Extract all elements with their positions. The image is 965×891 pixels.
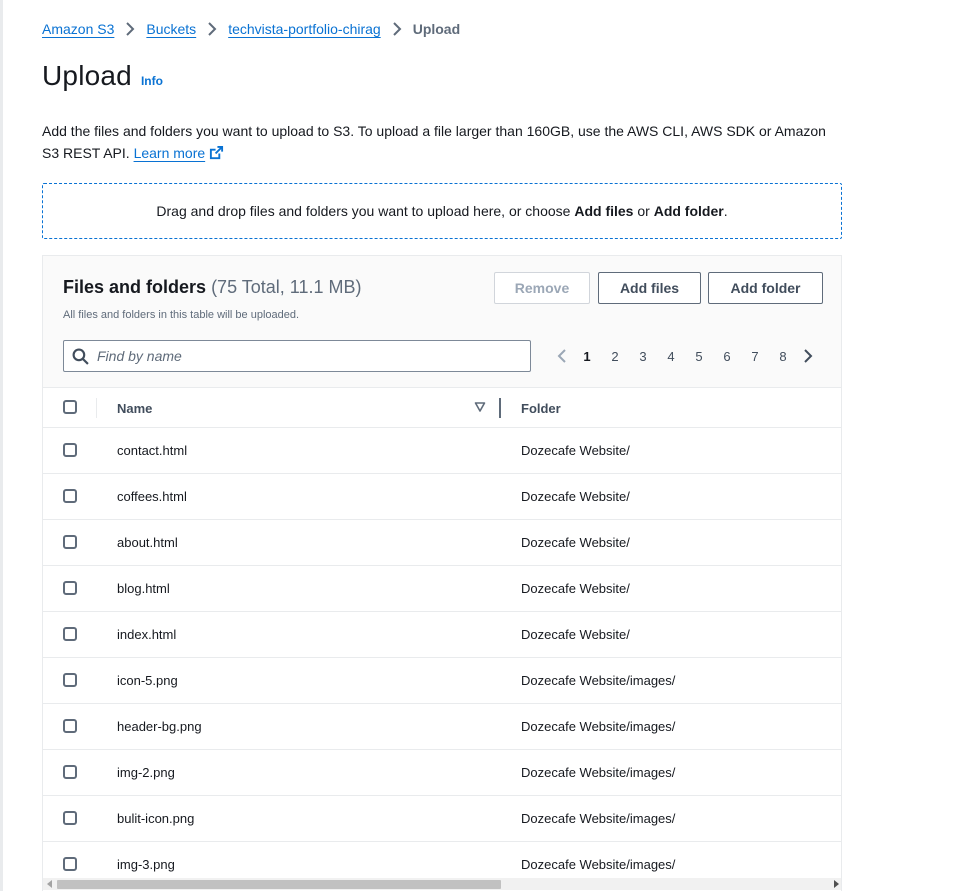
page-2[interactable]: 2 xyxy=(601,349,629,364)
previous-page-button[interactable] xyxy=(551,348,573,364)
column-header-name[interactable]: Name xyxy=(117,401,152,416)
files-and-folders-panel: Files and folders (75 Total, 11.1 MB) Al… xyxy=(42,255,842,891)
scroll-right-icon[interactable] xyxy=(832,880,840,888)
file-name: icon-5.png xyxy=(117,673,178,688)
column-resize-handle[interactable] xyxy=(499,398,501,418)
chevron-right-icon xyxy=(381,22,413,36)
add-folder-button[interactable]: Add folder xyxy=(708,272,823,304)
add-files-button[interactable]: Add files xyxy=(598,272,701,304)
external-link-icon xyxy=(210,145,224,160)
file-folder: Dozecafe Website/ xyxy=(521,535,630,550)
search-icon xyxy=(72,348,89,365)
file-name: bulit-icon.png xyxy=(117,811,195,826)
dropzone-end: . xyxy=(723,203,728,219)
table-row: header-bg.png Dozecafe Website/images/ xyxy=(43,704,841,750)
page-8[interactable]: 8 xyxy=(769,349,797,364)
chevron-right-icon xyxy=(196,22,228,36)
file-folder: Dozecafe Website/ xyxy=(521,627,630,642)
table-row: bulit-icon.png Dozecafe Website/images/ xyxy=(43,796,841,842)
page-5[interactable]: 5 xyxy=(685,349,713,364)
file-folder: Dozecafe Website/images/ xyxy=(521,857,676,872)
dropzone-add-folder: Add folder xyxy=(653,203,724,219)
row-checkbox[interactable] xyxy=(63,489,77,503)
row-checkbox[interactable] xyxy=(63,535,77,549)
caret-down-icon[interactable] xyxy=(474,401,486,413)
search-input[interactable] xyxy=(97,348,517,364)
scrollbar-thumb[interactable] xyxy=(57,880,501,889)
breadcrumb-bucket-name[interactable]: techvista-portfolio-chirag xyxy=(228,21,381,37)
table-row: about.html Dozecafe Website/ xyxy=(43,520,841,566)
panel-total-count: (75 Total, 11.1 MB) xyxy=(211,277,362,297)
table-row: index.html Dozecafe Website/ xyxy=(43,612,841,658)
next-page-button[interactable] xyxy=(797,348,819,364)
chevron-right-icon xyxy=(804,349,813,363)
dropzone-text: Drag and drop files and folders you want… xyxy=(156,203,575,219)
row-checkbox[interactable] xyxy=(63,765,77,779)
row-checkbox[interactable] xyxy=(63,811,77,825)
breadcrumb-current: Upload xyxy=(412,21,461,37)
file-folder: Dozecafe Website/images/ xyxy=(521,811,676,826)
panel-subtitle: All files and folders in this table will… xyxy=(63,309,300,321)
row-checkbox[interactable] xyxy=(63,627,77,641)
column-header-folder[interactable]: Folder xyxy=(521,401,561,416)
panel-title-text: Files and folders xyxy=(63,277,207,297)
file-name: coffees.html xyxy=(117,489,187,504)
panel-header: Files and folders (75 Total, 11.1 MB) Al… xyxy=(43,256,841,388)
file-name: blog.html xyxy=(117,581,170,596)
table-row: img-2.png Dozecafe Website/images/ xyxy=(43,750,841,796)
search-box xyxy=(63,340,531,372)
panel-title: Files and folders (75 Total, 11.1 MB) xyxy=(63,277,361,298)
learn-more-link[interactable]: Learn more xyxy=(134,145,225,161)
page-3[interactable]: 3 xyxy=(629,349,657,364)
table-row: icon-5.png Dozecafe Website/images/ xyxy=(43,658,841,704)
remove-button[interactable]: Remove xyxy=(494,272,590,304)
file-folder: Dozecafe Website/images/ xyxy=(521,765,676,780)
page-6[interactable]: 6 xyxy=(713,349,741,364)
page-title: Upload xyxy=(42,60,132,91)
chevron-left-icon xyxy=(557,349,566,363)
horizontal-scrollbar[interactable] xyxy=(43,878,841,890)
page-4[interactable]: 4 xyxy=(657,349,685,364)
table-row: coffees.html Dozecafe Website/ xyxy=(43,474,841,520)
file-name: contact.html xyxy=(117,443,188,458)
table-body: contact.html Dozecafe Website/ coffees.h… xyxy=(43,428,841,888)
file-name: about.html xyxy=(117,535,178,550)
column-divider xyxy=(96,398,97,418)
table-header: Name Folder xyxy=(43,388,841,428)
info-link[interactable]: Info xyxy=(141,74,163,88)
left-divider xyxy=(0,0,3,891)
pagination: 1 2 3 4 5 6 7 8 xyxy=(551,344,819,368)
file-folder: Dozecafe Website/ xyxy=(521,489,630,504)
file-name: index.html xyxy=(117,627,177,642)
file-name: header-bg.png xyxy=(117,719,202,734)
row-checkbox[interactable] xyxy=(63,443,77,457)
page-1[interactable]: 1 xyxy=(573,349,601,364)
file-name: img-3.png xyxy=(117,857,175,872)
scroll-left-icon[interactable] xyxy=(46,880,54,888)
dropzone-add-files: Add files xyxy=(574,203,634,219)
breadcrumb: Amazon S3 Buckets techvista-portfolio-ch… xyxy=(42,19,460,39)
chevron-right-icon xyxy=(114,22,146,36)
select-all-checkbox[interactable] xyxy=(63,400,77,414)
row-checkbox[interactable] xyxy=(63,581,77,595)
file-folder: Dozecafe Website/ xyxy=(521,581,630,596)
breadcrumb-buckets[interactable]: Buckets xyxy=(146,21,196,37)
table-row: contact.html Dozecafe Website/ xyxy=(43,428,841,474)
page-description: Add the files and folders you want to up… xyxy=(42,120,842,164)
breadcrumb-amazon-s3[interactable]: Amazon S3 xyxy=(42,21,114,37)
learn-more-label: Learn more xyxy=(133,145,206,161)
title-row: Upload Info xyxy=(42,60,163,92)
page-7[interactable]: 7 xyxy=(741,349,769,364)
row-checkbox[interactable] xyxy=(63,719,77,733)
table-row: blog.html Dozecafe Website/ xyxy=(43,566,841,612)
file-folder: Dozecafe Website/images/ xyxy=(521,673,676,688)
row-checkbox[interactable] xyxy=(63,857,77,871)
file-folder: Dozecafe Website/images/ xyxy=(521,719,676,734)
dropzone-or: or xyxy=(633,203,654,219)
file-folder: Dozecafe Website/ xyxy=(521,443,630,458)
row-checkbox[interactable] xyxy=(63,673,77,687)
upload-dropzone[interactable]: Drag and drop files and folders you want… xyxy=(42,183,842,239)
file-name: img-2.png xyxy=(117,765,175,780)
